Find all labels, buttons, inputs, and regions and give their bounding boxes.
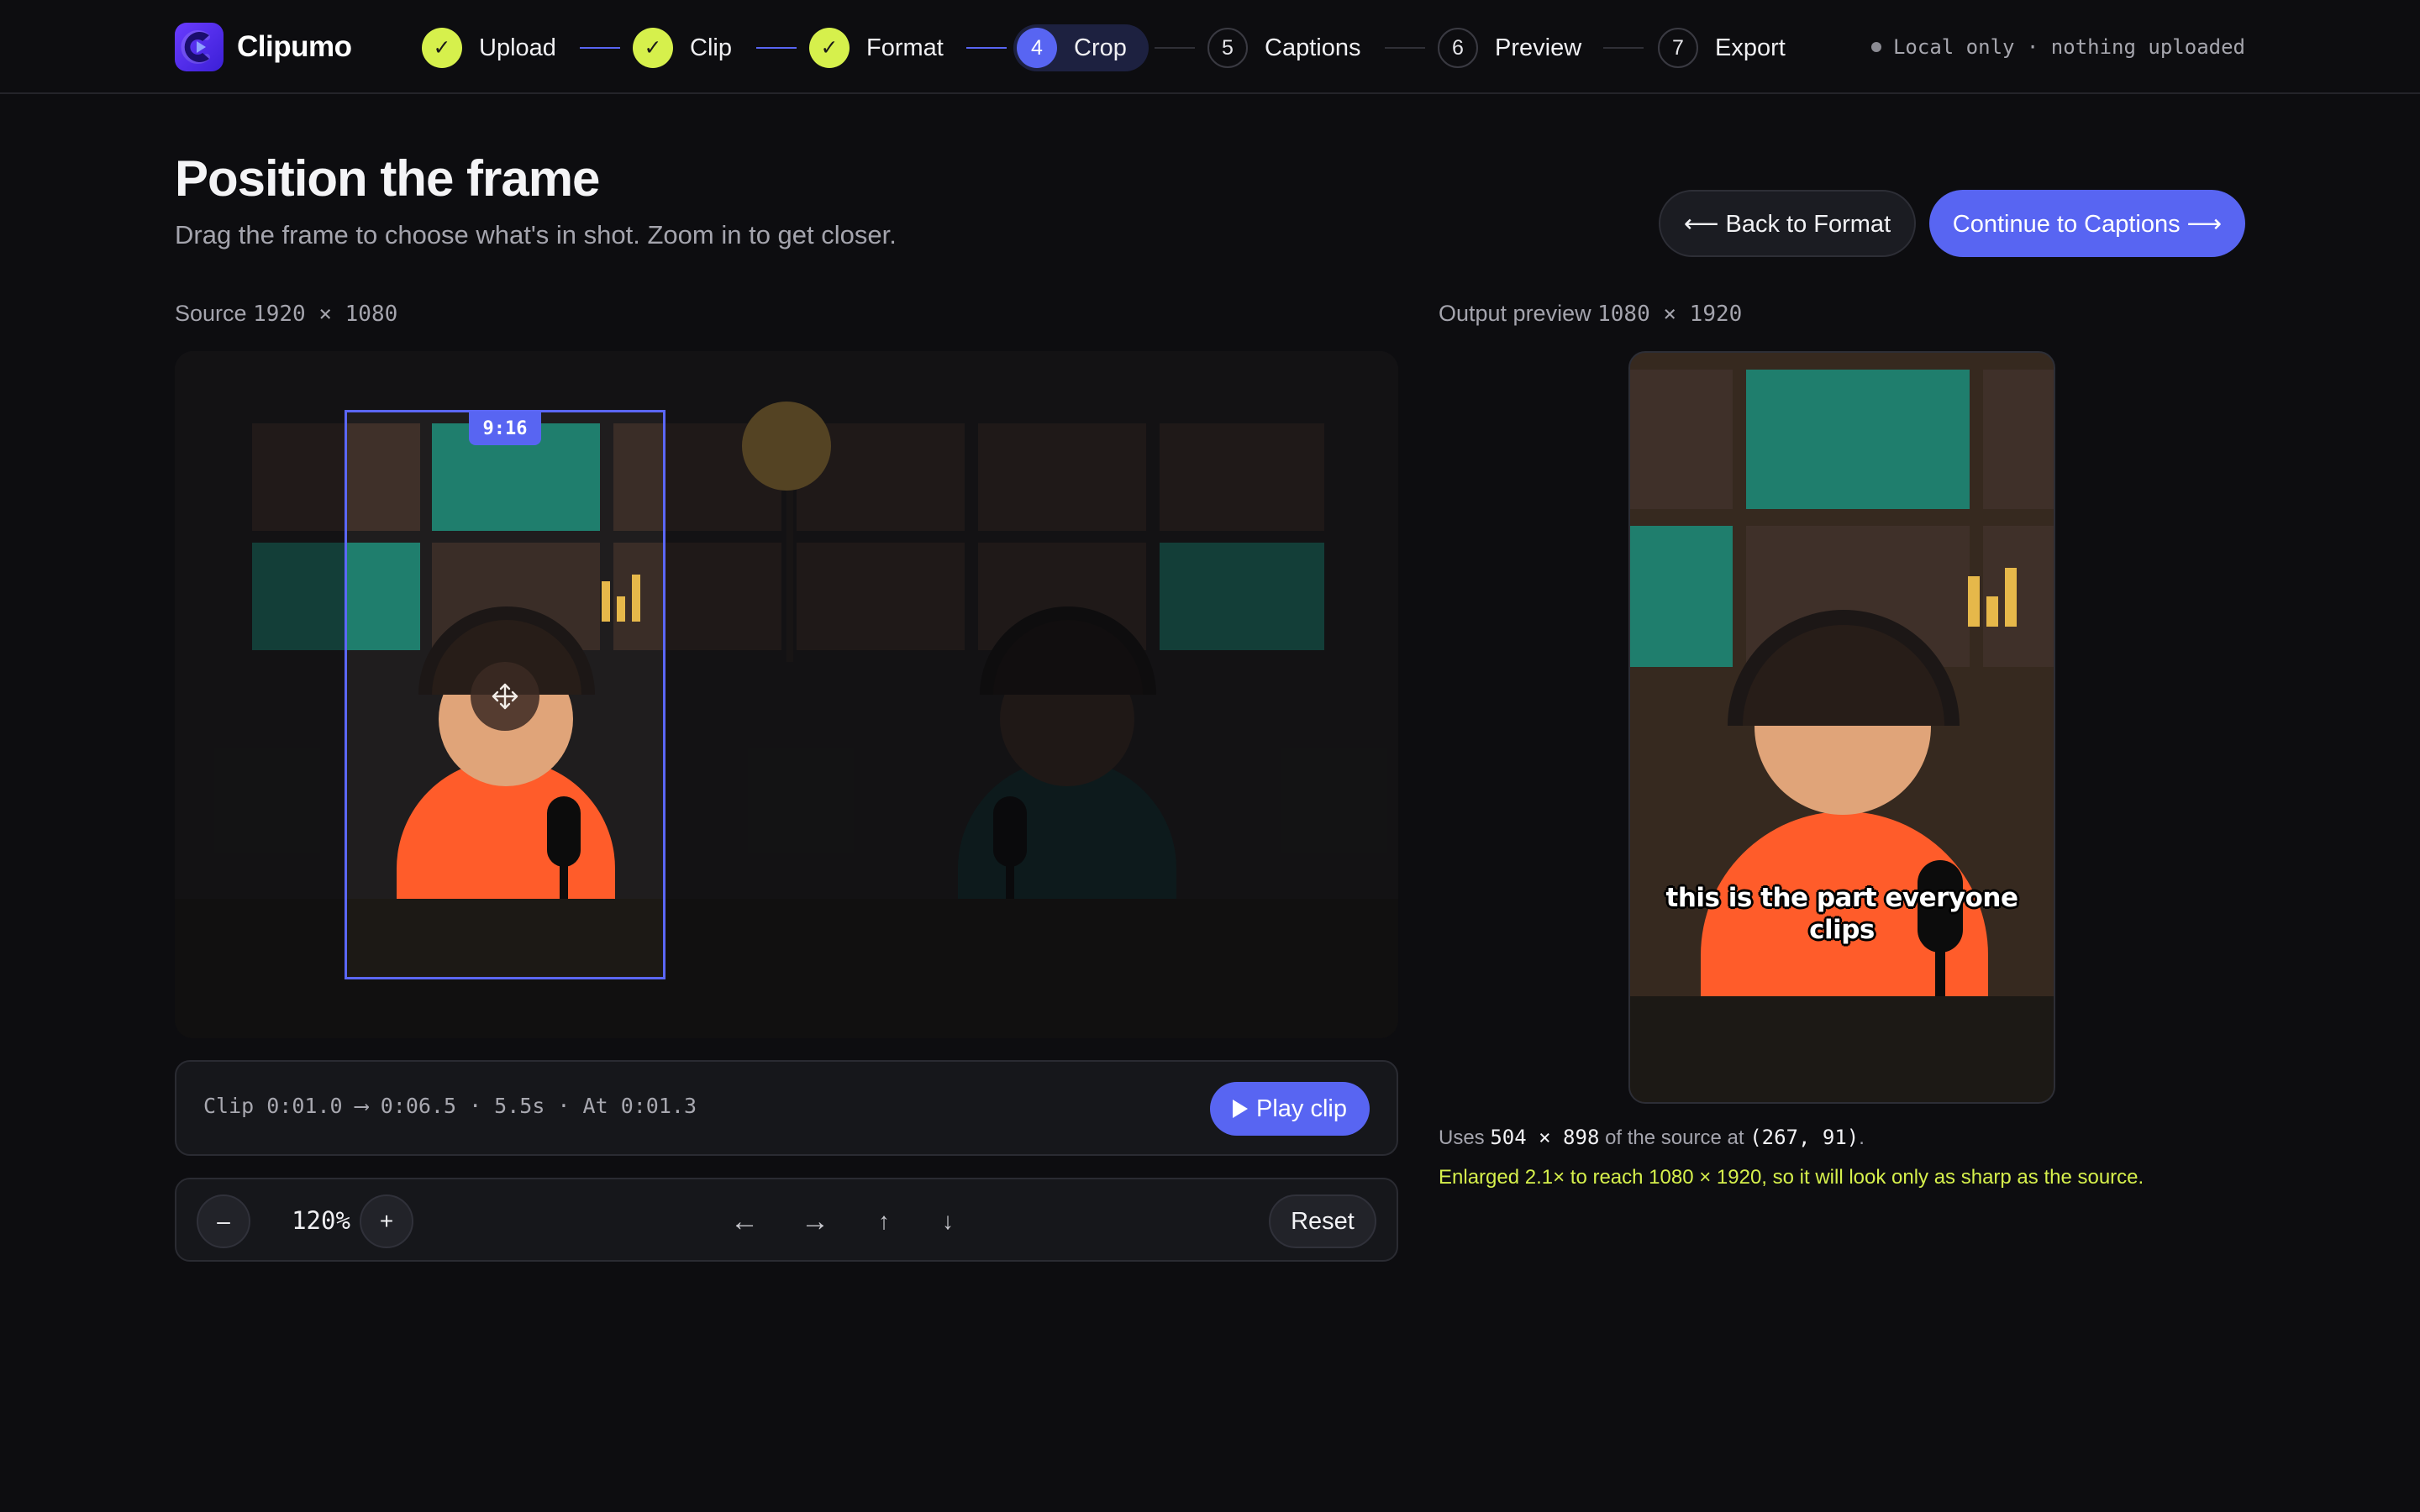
app-name: Clipumo	[237, 30, 352, 63]
check-icon: ✓	[422, 28, 462, 68]
step-crop[interactable]: 4 Crop	[1013, 24, 1149, 71]
equalizer-bar	[2005, 568, 2017, 627]
zoom-out-button[interactable]: –	[197, 1194, 250, 1248]
step-number: 7	[1658, 28, 1698, 68]
shelf-cell	[1983, 370, 2054, 509]
step-number: 5	[1207, 28, 1248, 68]
step-number: 6	[1438, 28, 1478, 68]
source-usage-info: Uses 504 × 898 of the source at (267, 91…	[1439, 1126, 1865, 1150]
dim-overlay	[345, 351, 666, 410]
clipumo-logo-icon	[175, 23, 224, 71]
privacy-note: Local only · nothing uploaded	[1870, 35, 2245, 59]
desk	[1630, 996, 2054, 1102]
nudge-down-button[interactable]: ↓	[924, 1200, 971, 1243]
step-number: 4	[1017, 28, 1057, 68]
page-subtitle: Drag the frame to choose what's in shot.…	[175, 220, 897, 249]
usage-position: (267, 91)	[1749, 1126, 1860, 1149]
source-label-text: Source	[175, 301, 247, 326]
zoom-in-button[interactable]: +	[360, 1194, 413, 1248]
step-label: Clip	[690, 34, 732, 61]
dim-overlay	[666, 351, 1398, 1038]
usage-prefix: Uses	[1439, 1126, 1485, 1149]
step-upload[interactable]: ✓ Upload	[422, 24, 556, 71]
shelf-cell	[1746, 370, 1970, 509]
step-connector	[966, 47, 1007, 49]
step-label: Preview	[1495, 34, 1582, 61]
step-preview[interactable]: 6 Preview	[1438, 24, 1581, 71]
step-connector	[1155, 47, 1195, 49]
output-dimensions: 1080 × 1920	[1597, 302, 1743, 327]
check-icon: ✓	[633, 28, 673, 68]
source-dimensions: 1920 × 1080	[253, 302, 398, 327]
step-connector	[756, 47, 797, 49]
back-to-format-button[interactable]: ⟵ Back to Format	[1659, 190, 1916, 257]
shelf-cell	[1630, 370, 1733, 509]
step-export[interactable]: 7 Export	[1658, 24, 1786, 71]
play-icon	[1233, 1100, 1248, 1118]
usage-size: 504 × 898	[1490, 1126, 1600, 1149]
top-bar: Clipumo ✓ Upload ✓ Clip ✓ Format 4 Crop …	[0, 0, 2420, 94]
privacy-note-text: Local only · nothing uploaded	[1892, 35, 2245, 59]
clip-info: Clip 0:01.0 ⟶ 0:06.5 · 5.5s · At 0:01.3	[203, 1094, 697, 1118]
equalizer-bar	[1968, 576, 1980, 627]
step-connector	[1603, 47, 1644, 49]
page-title: Position the frame	[175, 150, 600, 207]
usage-suffix: .	[1859, 1126, 1865, 1149]
equalizer-bar	[1986, 596, 1998, 627]
move-handle[interactable]	[471, 662, 539, 731]
crop-aspect-badge: 9:16	[469, 412, 541, 445]
step-connector	[580, 47, 620, 49]
output-preview-label: Output preview 1080 × 1920	[1439, 301, 1742, 327]
step-label: Captions	[1265, 34, 1361, 61]
continue-to-captions-button[interactable]: Continue to Captions ⟶	[1929, 190, 2245, 257]
clip-bar: Clip 0:01.0 ⟶ 0:06.5 · 5.5s · At 0:01.3 …	[175, 1060, 1398, 1156]
play-clip-label: Play clip	[1256, 1095, 1347, 1122]
upscale-warning: Enlarged 2.1× to reach 1080 × 1920, so i…	[1439, 1166, 2144, 1189]
step-label: Export	[1715, 34, 1786, 61]
step-captions[interactable]: 5 Captions	[1207, 24, 1360, 71]
zoom-level: 120%	[292, 1206, 350, 1235]
output-preview: this is the part everyone clips	[1628, 351, 2055, 1104]
step-label: Format	[866, 34, 944, 61]
reset-button[interactable]: Reset	[1269, 1194, 1376, 1248]
source-label: Source 1920 × 1080	[175, 301, 397, 327]
status-dot-icon	[1870, 42, 1881, 52]
step-connector	[1385, 47, 1425, 49]
nudge-up-button[interactable]: ↑	[860, 1200, 908, 1243]
step-label: Upload	[479, 34, 556, 61]
caption-preview: this is the part everyone clips	[1665, 883, 2019, 945]
logo[interactable]: Clipumo	[175, 23, 352, 71]
play-clip-button[interactable]: Play clip	[1210, 1082, 1370, 1136]
nudge-right-button[interactable]: →	[792, 1200, 839, 1243]
output-label-text: Output preview	[1439, 301, 1591, 326]
shelf-cell	[1630, 526, 1733, 667]
step-format[interactable]: ✓ Format	[809, 24, 944, 71]
dim-overlay	[175, 351, 345, 1038]
dim-overlay	[345, 979, 666, 1038]
check-icon: ✓	[809, 28, 850, 68]
usage-middle: of the source at	[1605, 1126, 1744, 1149]
move-icon	[492, 683, 518, 710]
step-clip[interactable]: ✓ Clip	[633, 24, 732, 71]
crop-controls: – 120% + ← → ↑ ↓ Reset	[175, 1178, 1398, 1262]
nudge-left-button[interactable]: ←	[721, 1200, 768, 1243]
step-label: Crop	[1074, 34, 1127, 61]
